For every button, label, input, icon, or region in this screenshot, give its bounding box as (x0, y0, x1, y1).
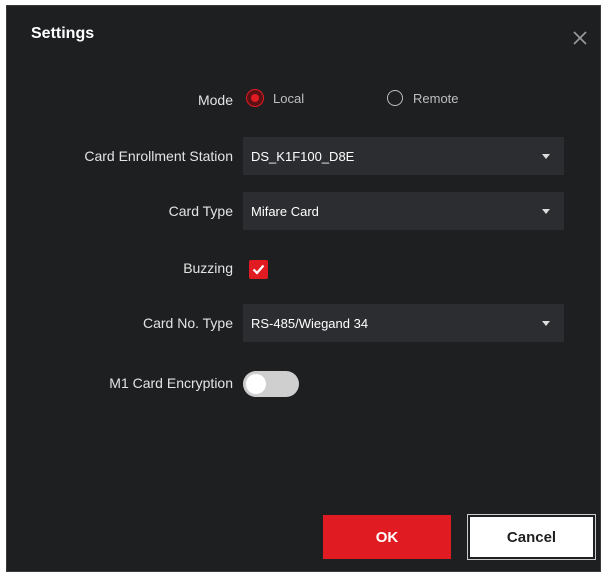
card-type-select[interactable]: Mifare Card (243, 192, 564, 230)
mode-remote-radio[interactable]: Remote (387, 90, 459, 106)
card-no-type-value: RS-485/Wiegand 34 (251, 315, 369, 331)
ok-button[interactable]: OK (323, 515, 451, 559)
chevron-down-icon (542, 208, 550, 214)
cancel-button[interactable]: Cancel (467, 514, 596, 560)
card-enrollment-station-label: Card Enrollment Station (84, 148, 233, 164)
buzzing-label: Buzzing (183, 260, 233, 276)
radio-selected-icon (247, 90, 263, 106)
card-enrollment-station-value: DS_K1F100_D8E (251, 148, 355, 164)
mode-label: Mode (197, 92, 233, 108)
chevron-down-icon (542, 320, 550, 326)
chevron-down-icon (542, 153, 550, 159)
toggle-knob (246, 374, 266, 394)
card-enrollment-station-select[interactable]: DS_K1F100_D8E (243, 137, 564, 175)
radio-unselected-icon (387, 90, 403, 106)
m1-card-encryption-label: M1 Card Encryption (109, 375, 233, 391)
settings-dialog: Settings Mode Local Remote Card Enrollme… (6, 5, 601, 572)
card-type-value: Mifare Card (251, 203, 319, 219)
card-no-type-label: Card No. Type (142, 315, 233, 331)
m1-card-encryption-toggle[interactable] (243, 371, 299, 397)
mode-local-radio[interactable]: Local (247, 90, 304, 106)
card-no-type-select[interactable]: RS-485/Wiegand 34 (243, 304, 564, 342)
mode-local-label: Local (273, 90, 305, 106)
close-icon[interactable] (570, 28, 590, 48)
buzzing-checkbox[interactable] (249, 260, 268, 279)
card-type-label: Card Type (168, 203, 233, 219)
checkmark-icon (252, 264, 265, 275)
mode-remote-label: Remote (413, 90, 459, 106)
dialog-title: Settings (31, 25, 95, 42)
